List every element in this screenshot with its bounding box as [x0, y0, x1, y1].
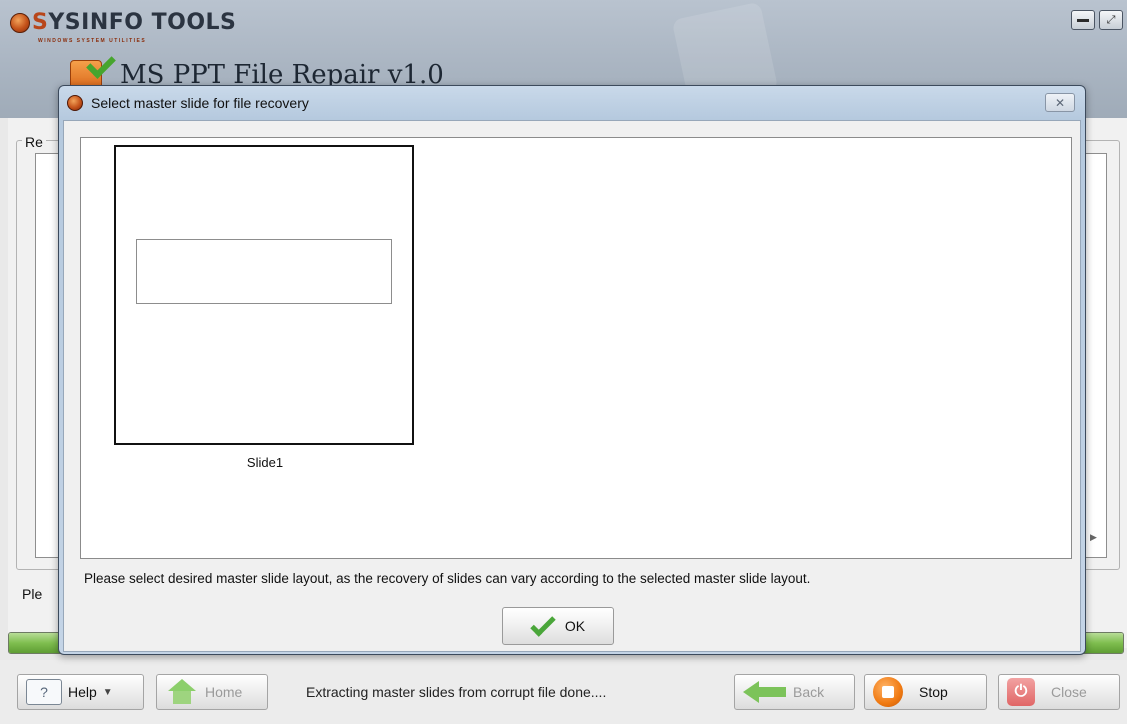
dialog-titlebar[interactable]: Select master slide for file recovery ✕ [59, 86, 1085, 120]
close-button[interactable]: ⏻ Close [998, 674, 1120, 710]
close-icon: ✕ [1054, 95, 1066, 110]
dialog-body: Slide1 Please select desired master slid… [63, 120, 1081, 652]
stop-icon [873, 677, 903, 707]
slide-item[interactable]: Slide1 [114, 145, 416, 470]
home-icon [165, 679, 199, 705]
slide-label: Slide1 [246, 455, 284, 470]
ok-button[interactable]: OK [502, 607, 614, 645]
stop-button[interactable]: Stop [864, 674, 987, 710]
checkmark-icon [530, 611, 556, 637]
restore-button[interactable]: ⤢ [1099, 10, 1123, 30]
home-button[interactable]: Home [156, 674, 268, 710]
back-label: Back [793, 684, 825, 700]
back-arrow-icon [743, 681, 787, 703]
brand-name: SYSINFO TOOLS [32, 10, 237, 35]
help-button[interactable]: ? Help ▼ [17, 674, 144, 710]
help-label: Help [68, 684, 97, 700]
slide-thumbnail[interactable] [114, 145, 414, 445]
brand-tagline: WINDOWS SYSTEM UTILITIES [38, 38, 147, 44]
home-label: Home [205, 684, 243, 700]
scroll-right-icon[interactable]: ▶ [1090, 532, 1097, 543]
ok-label: OK [564, 618, 586, 634]
help-icon: ? [26, 679, 62, 705]
brand-logo-icon [10, 12, 30, 33]
app-icon [67, 95, 83, 111]
minimize-icon [1077, 18, 1089, 22]
close-label: Close [1051, 684, 1087, 700]
dialog-title: Select master slide for file recovery [91, 95, 309, 111]
power-icon: ⏻ [1007, 678, 1035, 706]
background-status-label: Ple [22, 586, 43, 602]
bottom-toolbar: ? Help ▼ Home Extracting master slides f… [0, 660, 1127, 724]
slides-list: Slide1 [80, 137, 1072, 559]
window-controls: ⤢ [1071, 10, 1123, 30]
restore-icon: ⤢ [1106, 13, 1116, 26]
toolbar-status-text: Extracting master slides from corrupt fi… [306, 684, 607, 700]
slide-title-placeholder [136, 239, 392, 304]
back-button[interactable]: Back [734, 674, 855, 710]
stop-label: Stop [919, 684, 948, 700]
chevron-down-icon: ▼ [102, 686, 113, 698]
minimize-button[interactable] [1071, 10, 1095, 30]
result-group-label: Re [22, 134, 46, 150]
dialog-message: Please select desired master slide layou… [84, 571, 811, 586]
brand-logo: SYSINFO TOOLS [10, 10, 236, 35]
dialog-close-button[interactable]: ✕ [1045, 93, 1075, 112]
select-master-slide-dialog: Select master slide for file recovery ✕ … [58, 85, 1086, 655]
